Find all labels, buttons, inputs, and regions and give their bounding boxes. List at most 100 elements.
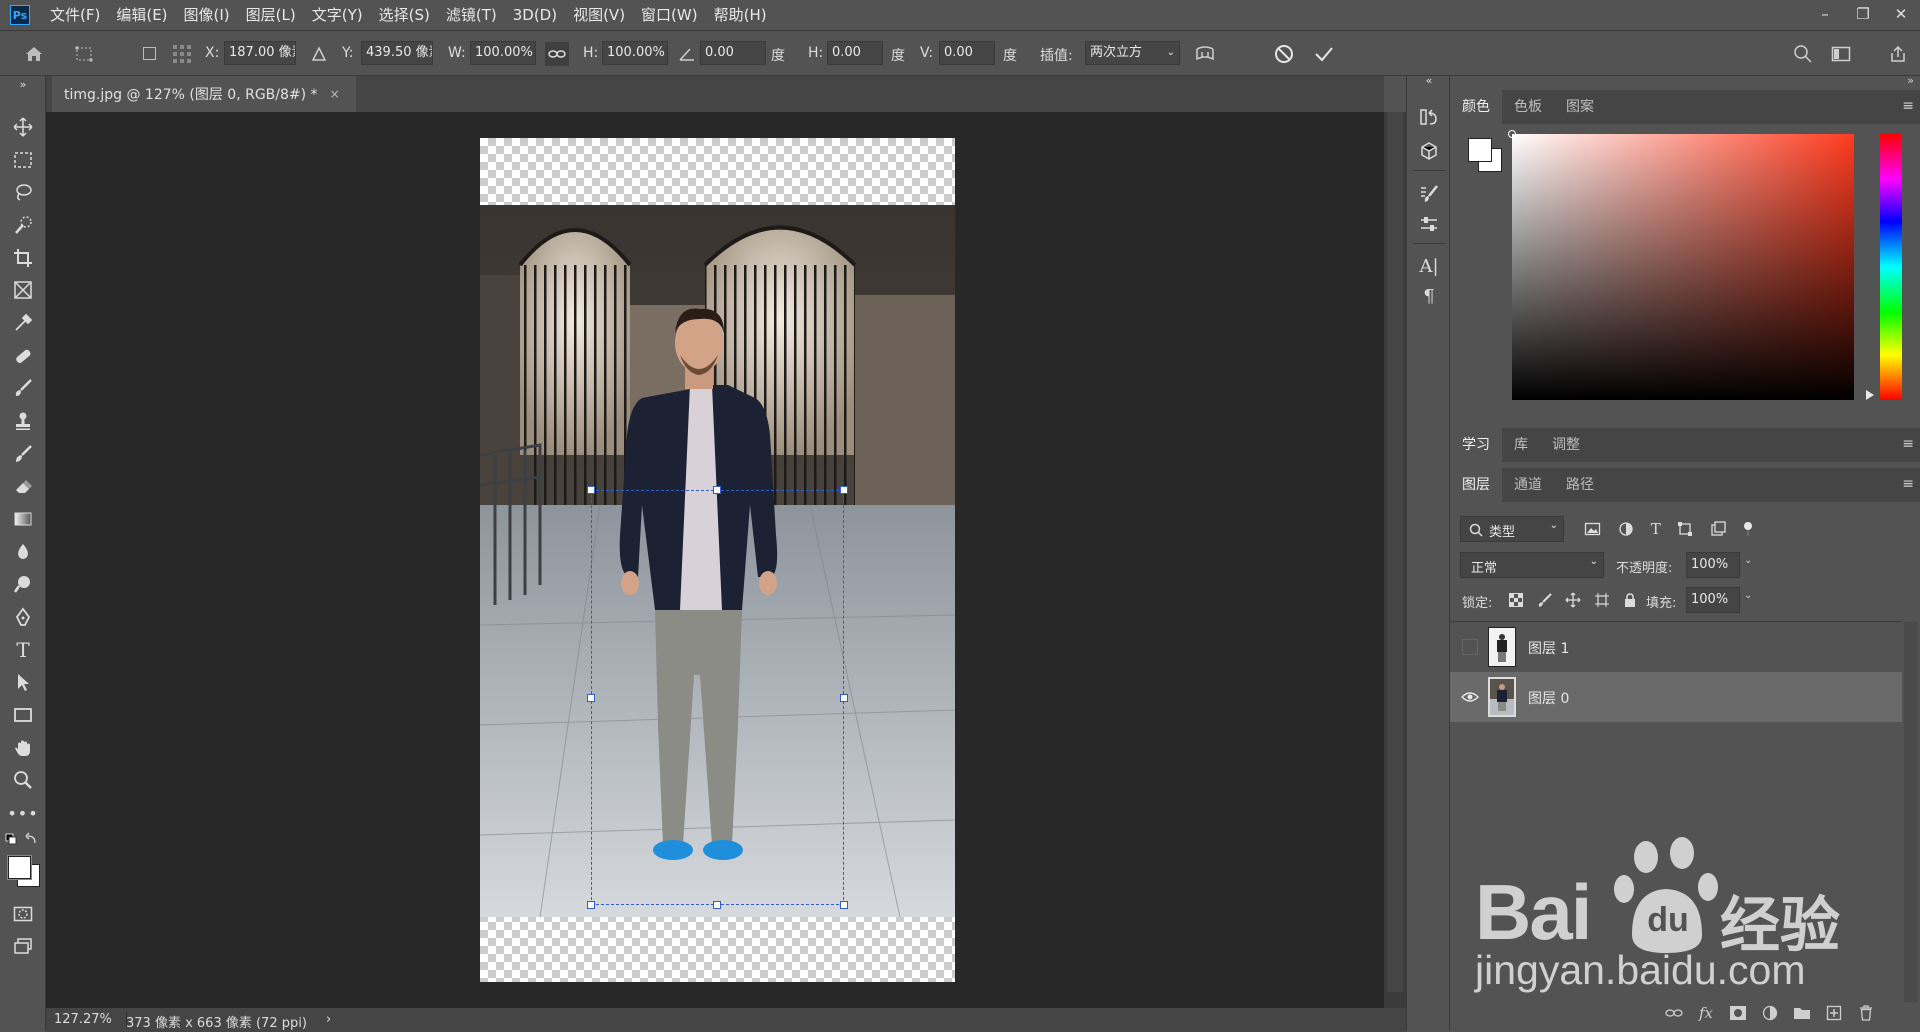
adjustment-layer-filter-icon[interactable]: [1618, 521, 1634, 537]
fill-dropdown-icon[interactable]: ⌄: [1744, 590, 1752, 601]
blend-mode-select[interactable]: 正常 ⌄: [1460, 552, 1604, 578]
path-selection-tool-icon[interactable]: [11, 670, 35, 694]
menu-view[interactable]: 视图(V): [565, 0, 633, 30]
hue-slider-handle[interactable]: [1866, 390, 1874, 400]
tab-patterns[interactable]: 图案: [1554, 90, 1606, 124]
foreground-color-swatch[interactable]: [8, 856, 31, 879]
layer-name[interactable]: 图层 1: [1528, 638, 1569, 658]
more-tools-icon[interactable]: •••: [7, 801, 37, 825]
lock-artboard-icon[interactable]: [1594, 592, 1610, 608]
link-icon[interactable]: [545, 42, 569, 66]
properties-panel-icon[interactable]: [1417, 212, 1441, 236]
reference-point-grid-icon[interactable]: [170, 42, 194, 66]
lock-transparent-pixels-icon[interactable]: [1508, 592, 1524, 608]
width-field[interactable]: 100.00%: [470, 41, 536, 65]
color-panel-menu-icon[interactable]: ≡: [1902, 98, 1914, 114]
color-picker-field[interactable]: [1508, 130, 1854, 400]
lasso-tool-icon[interactable]: [11, 180, 35, 204]
swap-colors-icon[interactable]: [4, 832, 40, 846]
clone-stamp-tool-icon[interactable]: [11, 409, 35, 433]
x-position-field[interactable]: 187.00 像素: [224, 41, 296, 65]
quick-mask-icon[interactable]: [11, 902, 35, 926]
layer-filter-select[interactable]: 类型 ⌄: [1460, 516, 1564, 542]
screen-mode-icon[interactable]: [11, 934, 35, 958]
crop-tool-icon[interactable]: [11, 246, 35, 270]
menu-type[interactable]: 文字(Y): [304, 0, 371, 30]
zoom-tool-icon[interactable]: [11, 768, 35, 792]
opacity-dropdown-icon[interactable]: ⌄: [1744, 555, 1752, 566]
pen-tool-icon[interactable]: [11, 605, 35, 629]
color-picker-cursor[interactable]: [1508, 130, 1516, 138]
eyedropper-tool-icon[interactable]: [11, 311, 35, 335]
layer-row[interactable]: 图层 1: [1450, 622, 1902, 672]
tab-paths[interactable]: 路径: [1554, 468, 1606, 502]
collapse-dock-icon[interactable]: «: [1417, 74, 1441, 87]
type-layer-filter-icon[interactable]: T: [1651, 520, 1661, 538]
expand-tools-icon[interactable]: »: [11, 78, 35, 91]
lock-position-icon[interactable]: [1565, 592, 1581, 608]
hand-tool-icon[interactable]: [11, 736, 35, 760]
transform-tool-icon[interactable]: [72, 42, 96, 66]
menu-window[interactable]: 窗口(W): [633, 0, 706, 30]
menu-layer[interactable]: 图层(L): [238, 0, 304, 30]
transform-handle-left[interactable]: [587, 694, 595, 702]
character-panel-icon[interactable]: A|: [1417, 254, 1441, 278]
menu-select[interactable]: 选择(S): [371, 0, 438, 30]
commit-transform-icon[interactable]: [1312, 42, 1336, 66]
interpolation-select[interactable]: 两次立方 ⌄: [1085, 41, 1180, 65]
transform-bounding-box[interactable]: [587, 486, 848, 909]
foreground-background-swatch[interactable]: [6, 854, 42, 890]
brush-tool-icon[interactable]: [11, 376, 35, 400]
hue-slider[interactable]: [1880, 134, 1902, 400]
workspace-icon[interactable]: [1829, 42, 1853, 66]
status-expand-icon[interactable]: ›: [326, 1012, 331, 1027]
transform-handle-top-left[interactable]: [587, 486, 595, 494]
menu-help[interactable]: 帮助(H): [706, 0, 775, 30]
warp-mode-icon[interactable]: [1193, 42, 1217, 66]
blur-tool-icon[interactable]: [11, 540, 35, 564]
menu-3d[interactable]: 3D(D): [505, 0, 565, 30]
tab-channels[interactable]: 通道: [1502, 468, 1554, 502]
close-tab-icon[interactable]: ×: [330, 87, 340, 101]
share-icon[interactable]: [1886, 42, 1910, 66]
zoom-level[interactable]: 127.27%: [54, 1012, 112, 1027]
menu-image[interactable]: 图像(I): [176, 0, 238, 30]
transform-handle-top[interactable]: [713, 486, 721, 494]
brush-settings-icon[interactable]: [1417, 182, 1441, 206]
lock-image-pixels-icon[interactable]: [1537, 592, 1553, 608]
close-button[interactable]: ✕: [1882, 0, 1920, 28]
healing-brush-tool-icon[interactable]: [11, 344, 35, 368]
3d-panel-icon[interactable]: [1417, 139, 1441, 163]
eye-icon[interactable]: [1460, 688, 1480, 706]
gradient-tool-icon[interactable]: [11, 507, 35, 531]
transform-handle-top-right[interactable]: [840, 486, 848, 494]
tab-swatches[interactable]: 色板: [1502, 90, 1554, 124]
home-icon[interactable]: [22, 42, 46, 66]
move-tool-icon[interactable]: [11, 115, 35, 139]
document-tab[interactable]: timg.jpg @ 127% (图层 0, RGB/8#) * ×: [52, 76, 356, 112]
scrollbar-thumb[interactable]: [1387, 112, 1403, 992]
opacity-field[interactable]: 100%: [1686, 552, 1740, 578]
dodge-tool-icon[interactable]: [11, 572, 35, 596]
filter-toggle-icon[interactable]: [1742, 521, 1754, 537]
transform-handle-bottom[interactable]: [713, 901, 721, 909]
lock-all-icon[interactable]: [1622, 592, 1638, 608]
eraser-tool-icon[interactable]: [11, 474, 35, 498]
layers-panel-menu-icon[interactable]: ≡: [1902, 476, 1914, 492]
type-tool-icon[interactable]: T: [11, 638, 35, 662]
menu-edit[interactable]: 编辑(E): [108, 0, 175, 30]
reference-point-checkbox[interactable]: [138, 42, 162, 66]
tab-libraries[interactable]: 库: [1502, 428, 1540, 462]
fill-field[interactable]: 100%: [1686, 587, 1740, 613]
delta-icon[interactable]: [307, 42, 331, 66]
layer-visibility-toggle[interactable]: [1462, 639, 1478, 655]
search-icon[interactable]: [1791, 42, 1815, 66]
smart-object-filter-icon[interactable]: [1710, 521, 1726, 537]
tab-learn[interactable]: 学习: [1450, 428, 1502, 462]
y-position-field[interactable]: 439.50 像素: [361, 41, 433, 65]
vertical-skew-field[interactable]: 0.00: [939, 41, 995, 65]
horizontal-skew-field[interactable]: 0.00: [827, 41, 883, 65]
transform-handle-bottom-right[interactable]: [840, 901, 848, 909]
minimize-button[interactable]: –: [1806, 0, 1844, 28]
learn-panel-menu-icon[interactable]: ≡: [1902, 436, 1914, 452]
